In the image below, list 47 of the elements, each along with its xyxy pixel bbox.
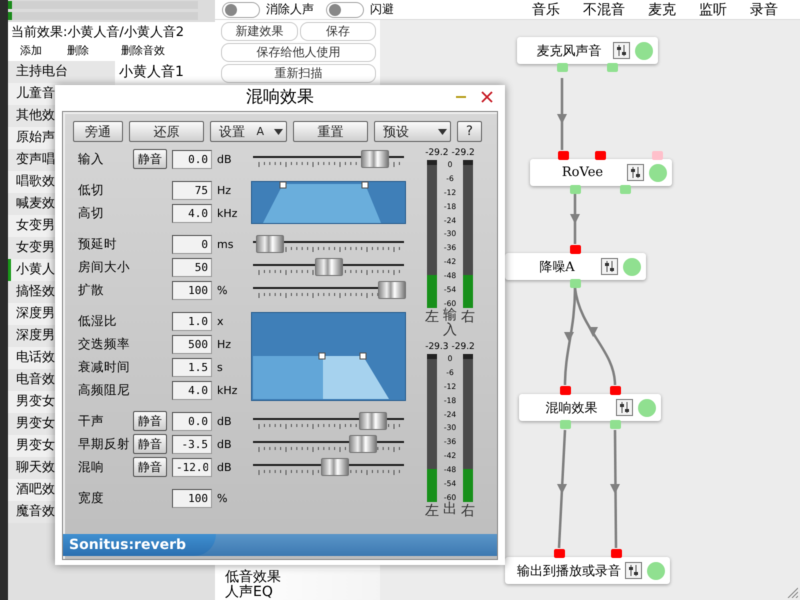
unit-label: x [217,314,225,328]
param-label: 预延时 [78,236,118,252]
meter-caption: 输入 [443,308,457,339]
param-label: 高切 [78,204,105,222]
node-label: 麦克风声音 [536,42,602,60]
unit-label: s [217,360,224,374]
param-label: 高频阻尼 [78,382,130,398]
channel-label: 右 [461,308,475,326]
current-effect-label: 当前效果:小黄人音/小黄人音2 [8,22,215,41]
unit-label: dB [217,460,233,474]
brand-label: Sonitus:reverb [63,534,216,556]
channel-label: 左 [425,502,439,520]
node-label: 降噪A [538,258,576,276]
node-label: 输出到播放或录音 [516,562,622,580]
unit-label: % [217,492,228,504]
param-label: 扩散 [78,282,105,298]
param-label: 交迭频率 [78,336,130,352]
param-label: 宽度 [78,490,105,506]
meter-reading: -29.2 [452,342,475,352]
unit-label: Hz [217,184,232,196]
meter-reading: -29.2 [425,148,448,158]
unit-label: dB [217,152,233,166]
param-label: 干声 [78,412,105,430]
node-label: 混响效果 [544,400,598,416]
channel-label: 左 [425,308,439,326]
param-label: 混响 [78,458,105,476]
unit-label: % [217,284,228,296]
param-label: 低切 [78,182,105,198]
param-label: 衰减时间 [78,358,130,376]
unit-label: dB [217,438,233,450]
param-label: 早期反射 [78,436,130,452]
param-label: 输入 [78,150,105,168]
dialog-title: 混响效果 [246,86,314,108]
toggle-label: 消除人声 [266,1,314,18]
unit-label: kHz [217,206,238,220]
unit-label: kHz [217,384,238,396]
meter-reading: -29.3 [425,342,448,352]
meter-reading: -29.2 [452,148,475,158]
node-label: RoVee [560,165,604,180]
unit-label: Hz [217,338,232,350]
toggle-label: 闪避 [370,1,394,18]
unit-label: ms [217,238,234,250]
param-label: 房间大小 [78,258,130,276]
unit-label: dB [217,414,233,428]
param-label: 低湿比 [78,312,118,330]
channel-label: 右 [461,502,475,520]
meter-caption: 出 [443,502,457,518]
